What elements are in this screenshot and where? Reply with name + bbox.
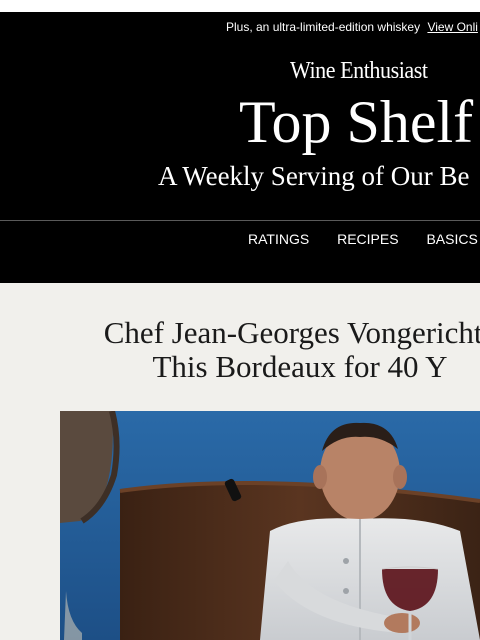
newsletter-subtitle: A Weekly Serving of Our Be [158, 161, 470, 191]
top-strip [0, 0, 480, 12]
header-divider [0, 220, 480, 221]
article-title-line-2: This Bordeaux for 40 Y [152, 349, 448, 384]
view-online-link[interactable]: View Onli [427, 20, 477, 34]
nav-item-basics[interactable]: BASICS [426, 231, 477, 247]
newsletter-header: Plus, an ultra-limited-edition whiskey V… [0, 12, 480, 283]
hero-image[interactable] [60, 411, 480, 640]
preheader: Plus, an ultra-limited-edition whiskey V… [226, 20, 480, 34]
preheader-text: Plus, an ultra-limited-edition whiskey [226, 20, 421, 34]
brand-logo-text: Wine Enthusiast [290, 58, 428, 84]
article-title-line-1: Chef Jean-Georges Vongerichte [103, 315, 480, 350]
hero-photo [60, 411, 480, 640]
brand-logo[interactable]: Wine Enthusiast [290, 58, 428, 85]
newsletter-title: Top Shelf [239, 89, 474, 155]
article-title[interactable]: Chef Jean-Georges Vongerichte This Borde… [0, 316, 480, 384]
nav-item-ratings[interactable]: RATINGS [248, 231, 309, 247]
nav-bar: RATINGS RECIPES BASICS [248, 231, 480, 247]
nav-item-recipes[interactable]: RECIPES [337, 231, 398, 247]
